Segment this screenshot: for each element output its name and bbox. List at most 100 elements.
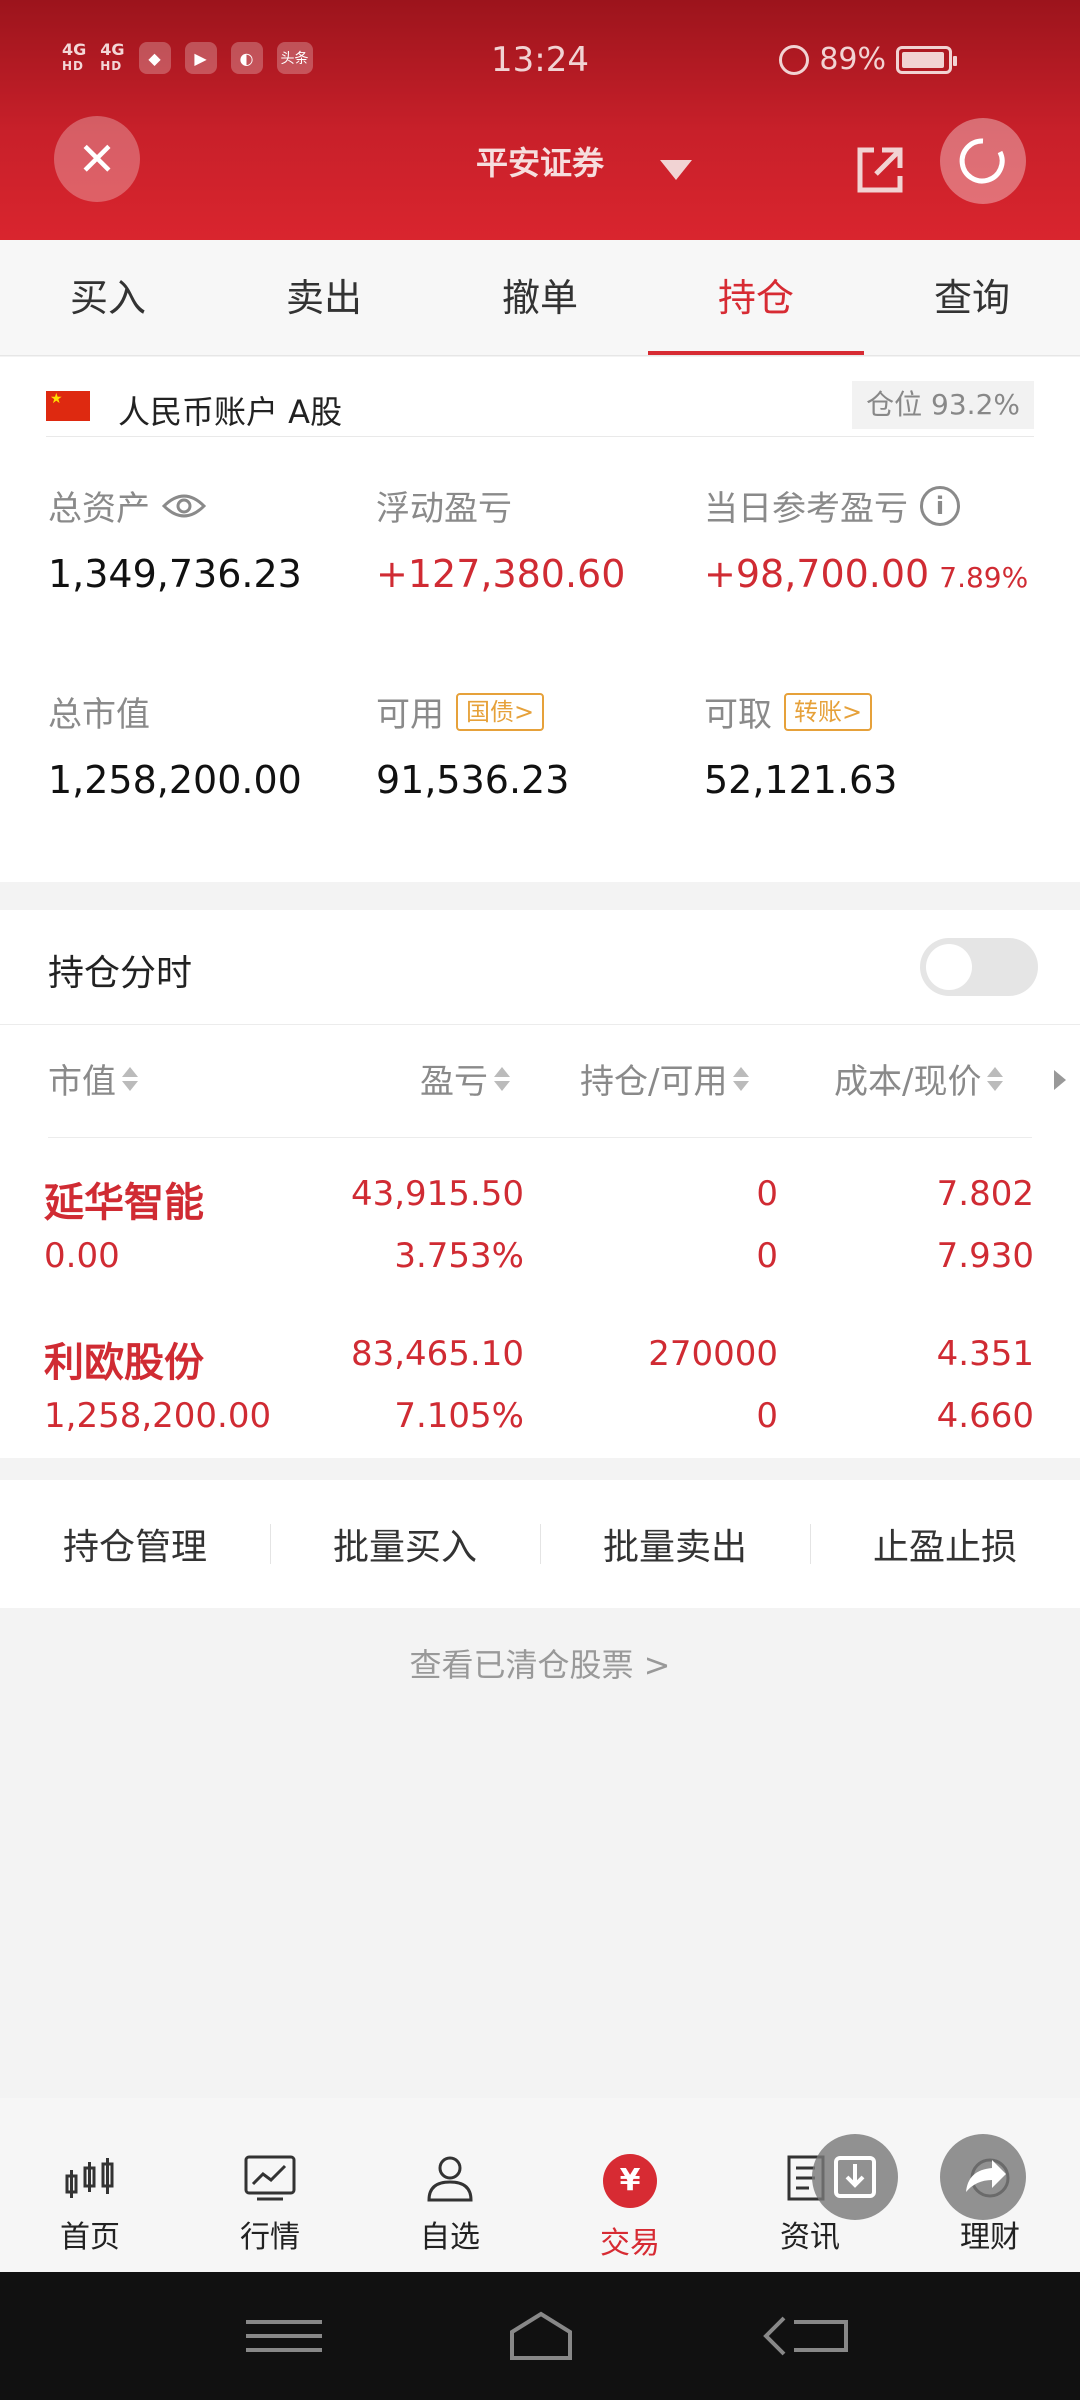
broker-selector[interactable]: 平安证券 xyxy=(0,138,1080,184)
total-assets-label: 总资产 xyxy=(48,489,150,529)
system-nav-bar xyxy=(0,2272,1080,2400)
stock-price: 4.660 xyxy=(936,1396,1034,1436)
col-market-value[interactable]: 市值 xyxy=(48,1054,138,1103)
stock-price: 7.930 xyxy=(936,1236,1034,1276)
metric-daily-pl: 当日参考盈亏 i +98,700.00 7.89% xyxy=(704,481,1028,596)
daily-pl-value-wrap: +98,700.00 7.89% xyxy=(704,552,1028,596)
nav-watchlist-label: 自选 xyxy=(420,2220,480,2255)
stock-market-value: 0.00 xyxy=(44,1236,120,1276)
nav-home[interactable]: 首页 xyxy=(0,2098,180,2272)
treasury-bond-tag[interactable]: 国债> xyxy=(456,692,545,731)
metric-available: 可用 国债> 91,536.23 xyxy=(376,687,569,802)
sort-icon xyxy=(494,1063,510,1095)
download-icon xyxy=(834,2156,876,2198)
col-pl[interactable]: 盈亏 xyxy=(420,1054,510,1103)
share-arrow-icon xyxy=(966,2160,1006,2192)
refresh-button[interactable] xyxy=(940,118,1026,204)
market-value-value: 1,258,200.00 xyxy=(48,758,302,802)
daily-pl-label: 当日参考盈亏 xyxy=(704,489,908,529)
stock-cost: 4.351 xyxy=(936,1334,1034,1374)
battery-icon xyxy=(896,45,957,74)
stock-name: 利欧股份 xyxy=(44,1340,204,1386)
batch-sell-button[interactable]: 批量卖出 xyxy=(540,1518,810,1570)
transfer-tag[interactable]: 转账> xyxy=(784,692,873,731)
holdings-panel: 持仓分时 市值 盈亏 持仓/可用 成本/现价 延华智能 0.00 43,915.… xyxy=(0,910,1080,1458)
stop-profit-loss-button[interactable]: 止盈止损 xyxy=(810,1518,1080,1570)
caret-down-icon[interactable] xyxy=(660,160,692,180)
floating-pl-label: 浮动盈亏 xyxy=(376,489,512,529)
stock-cost: 7.802 xyxy=(936,1174,1034,1214)
chart-icon xyxy=(244,2155,296,2201)
position-ratio-badge: 仓位 93.2% xyxy=(852,381,1034,429)
menu-icon[interactable] xyxy=(246,2318,322,2354)
stock-position: 0 xyxy=(756,1174,778,1214)
batch-buy-button[interactable]: 批量买入 xyxy=(270,1518,540,1570)
stock-pl: 43,915.50 xyxy=(350,1174,524,1214)
col-position[interactable]: 持仓/可用 xyxy=(580,1054,750,1103)
nav-trade[interactable]: ¥ 交易 xyxy=(540,2098,720,2272)
home-icon[interactable] xyxy=(506,2310,576,2362)
status-icons-right: 89% xyxy=(779,42,957,77)
stock-available: 0 xyxy=(756,1236,778,1276)
trade-tabs: 买入 卖出 撤单 持仓 查询 xyxy=(0,240,1080,356)
nav-market-label: 行情 xyxy=(240,2220,300,2255)
china-flag-icon xyxy=(46,391,90,421)
metric-market-value: 总市值 1,258,200.00 xyxy=(48,687,302,802)
status-bar: 4G HD 4G HD ◆ ▶ ◐ 头条 13:24 89% xyxy=(0,38,1080,88)
stock-pl: 83,465.10 xyxy=(350,1334,524,1374)
holding-row[interactable]: 延华智能 0.00 43,915.50 3.753% 0 0 7.802 7.9… xyxy=(0,1160,1080,1300)
stock-available: 0 xyxy=(756,1396,778,1436)
bottom-nav: 首页 行情 自选 ¥ 交易 资讯 理财 xyxy=(0,2098,1080,2272)
withdrawable-label: 可取 xyxy=(704,695,772,735)
view-cleared-stocks-link[interactable]: 查看已清仓股票 > xyxy=(0,1640,1080,1686)
account-label: 人民币账户 A股 xyxy=(118,393,343,431)
sort-icon xyxy=(987,1063,1004,1095)
holdings-intraday-toggle[interactable] xyxy=(920,938,1038,996)
nav-home-label: 首页 xyxy=(60,2220,120,2255)
stock-position: 270000 xyxy=(648,1334,778,1374)
withdrawable-value: 52,121.63 xyxy=(704,758,898,802)
tab-holdings[interactable]: 持仓 xyxy=(648,240,864,355)
sort-icon xyxy=(122,1063,138,1095)
col-cost-price[interactable]: 成本/现价 xyxy=(834,1054,1004,1103)
holdings-actions: 持仓管理 批量买入 批量卖出 止盈止损 xyxy=(0,1480,1080,1608)
stock-name: 延华智能 xyxy=(44,1180,204,1226)
tab-cancel[interactable]: 撤单 xyxy=(432,240,648,355)
holding-row[interactable]: 利欧股份 1,258,200.00 83,465.10 7.105% 27000… xyxy=(0,1320,1080,1460)
holdings-intraday-title: 持仓分时 xyxy=(48,953,193,994)
metric-total-assets: 总资产 1,349,736.23 xyxy=(48,481,302,596)
nav-market[interactable]: 行情 xyxy=(180,2098,360,2272)
external-share-icon[interactable] xyxy=(852,142,908,198)
eye-icon[interactable] xyxy=(162,492,206,520)
person-icon xyxy=(427,2156,473,2202)
account-summary: 人民币账户 A股 仓位 93.2% 总资产 1,349,736.23 浮动盈亏 … xyxy=(0,357,1080,882)
share-float-button[interactable] xyxy=(940,2134,1026,2220)
metric-floating-pl: 浮动盈亏 +127,380.60 xyxy=(376,481,625,596)
alarm-icon xyxy=(779,44,810,75)
stock-pl-pct: 7.105% xyxy=(394,1396,524,1436)
info-icon[interactable]: i xyxy=(920,485,960,526)
available-value: 91,536.23 xyxy=(376,758,570,802)
divider xyxy=(48,1137,1032,1138)
manage-holdings-button[interactable]: 持仓管理 xyxy=(0,1518,270,1570)
scroll-right-icon[interactable] xyxy=(1054,1070,1066,1090)
floating-pl-value: +127,380.60 xyxy=(376,552,626,596)
account-row[interactable]: 人民币账户 A股 仓位 93.2% xyxy=(46,369,1034,437)
divider xyxy=(0,1024,1080,1025)
sort-icon xyxy=(733,1063,750,1095)
stock-pl-pct: 3.753% xyxy=(394,1236,524,1276)
nav-watchlist[interactable]: 自选 xyxy=(360,2098,540,2272)
available-label: 可用 xyxy=(376,695,444,735)
refresh-icon xyxy=(959,138,1005,184)
tab-sell[interactable]: 卖出 xyxy=(216,240,432,355)
market-value-label: 总市值 xyxy=(48,695,150,735)
battery-percent: 89% xyxy=(819,42,886,77)
back-icon[interactable] xyxy=(760,2312,850,2360)
daily-pl-pct: 7.89% xyxy=(939,561,1029,594)
tab-query[interactable]: 查询 xyxy=(864,240,1080,355)
candlestick-icon xyxy=(65,2158,114,2198)
download-float-button[interactable] xyxy=(812,2134,898,2220)
tab-buy[interactable]: 买入 xyxy=(0,240,216,355)
stock-market-value: 1,258,200.00 xyxy=(44,1396,272,1436)
yen-icon: ¥ xyxy=(603,2154,657,2208)
